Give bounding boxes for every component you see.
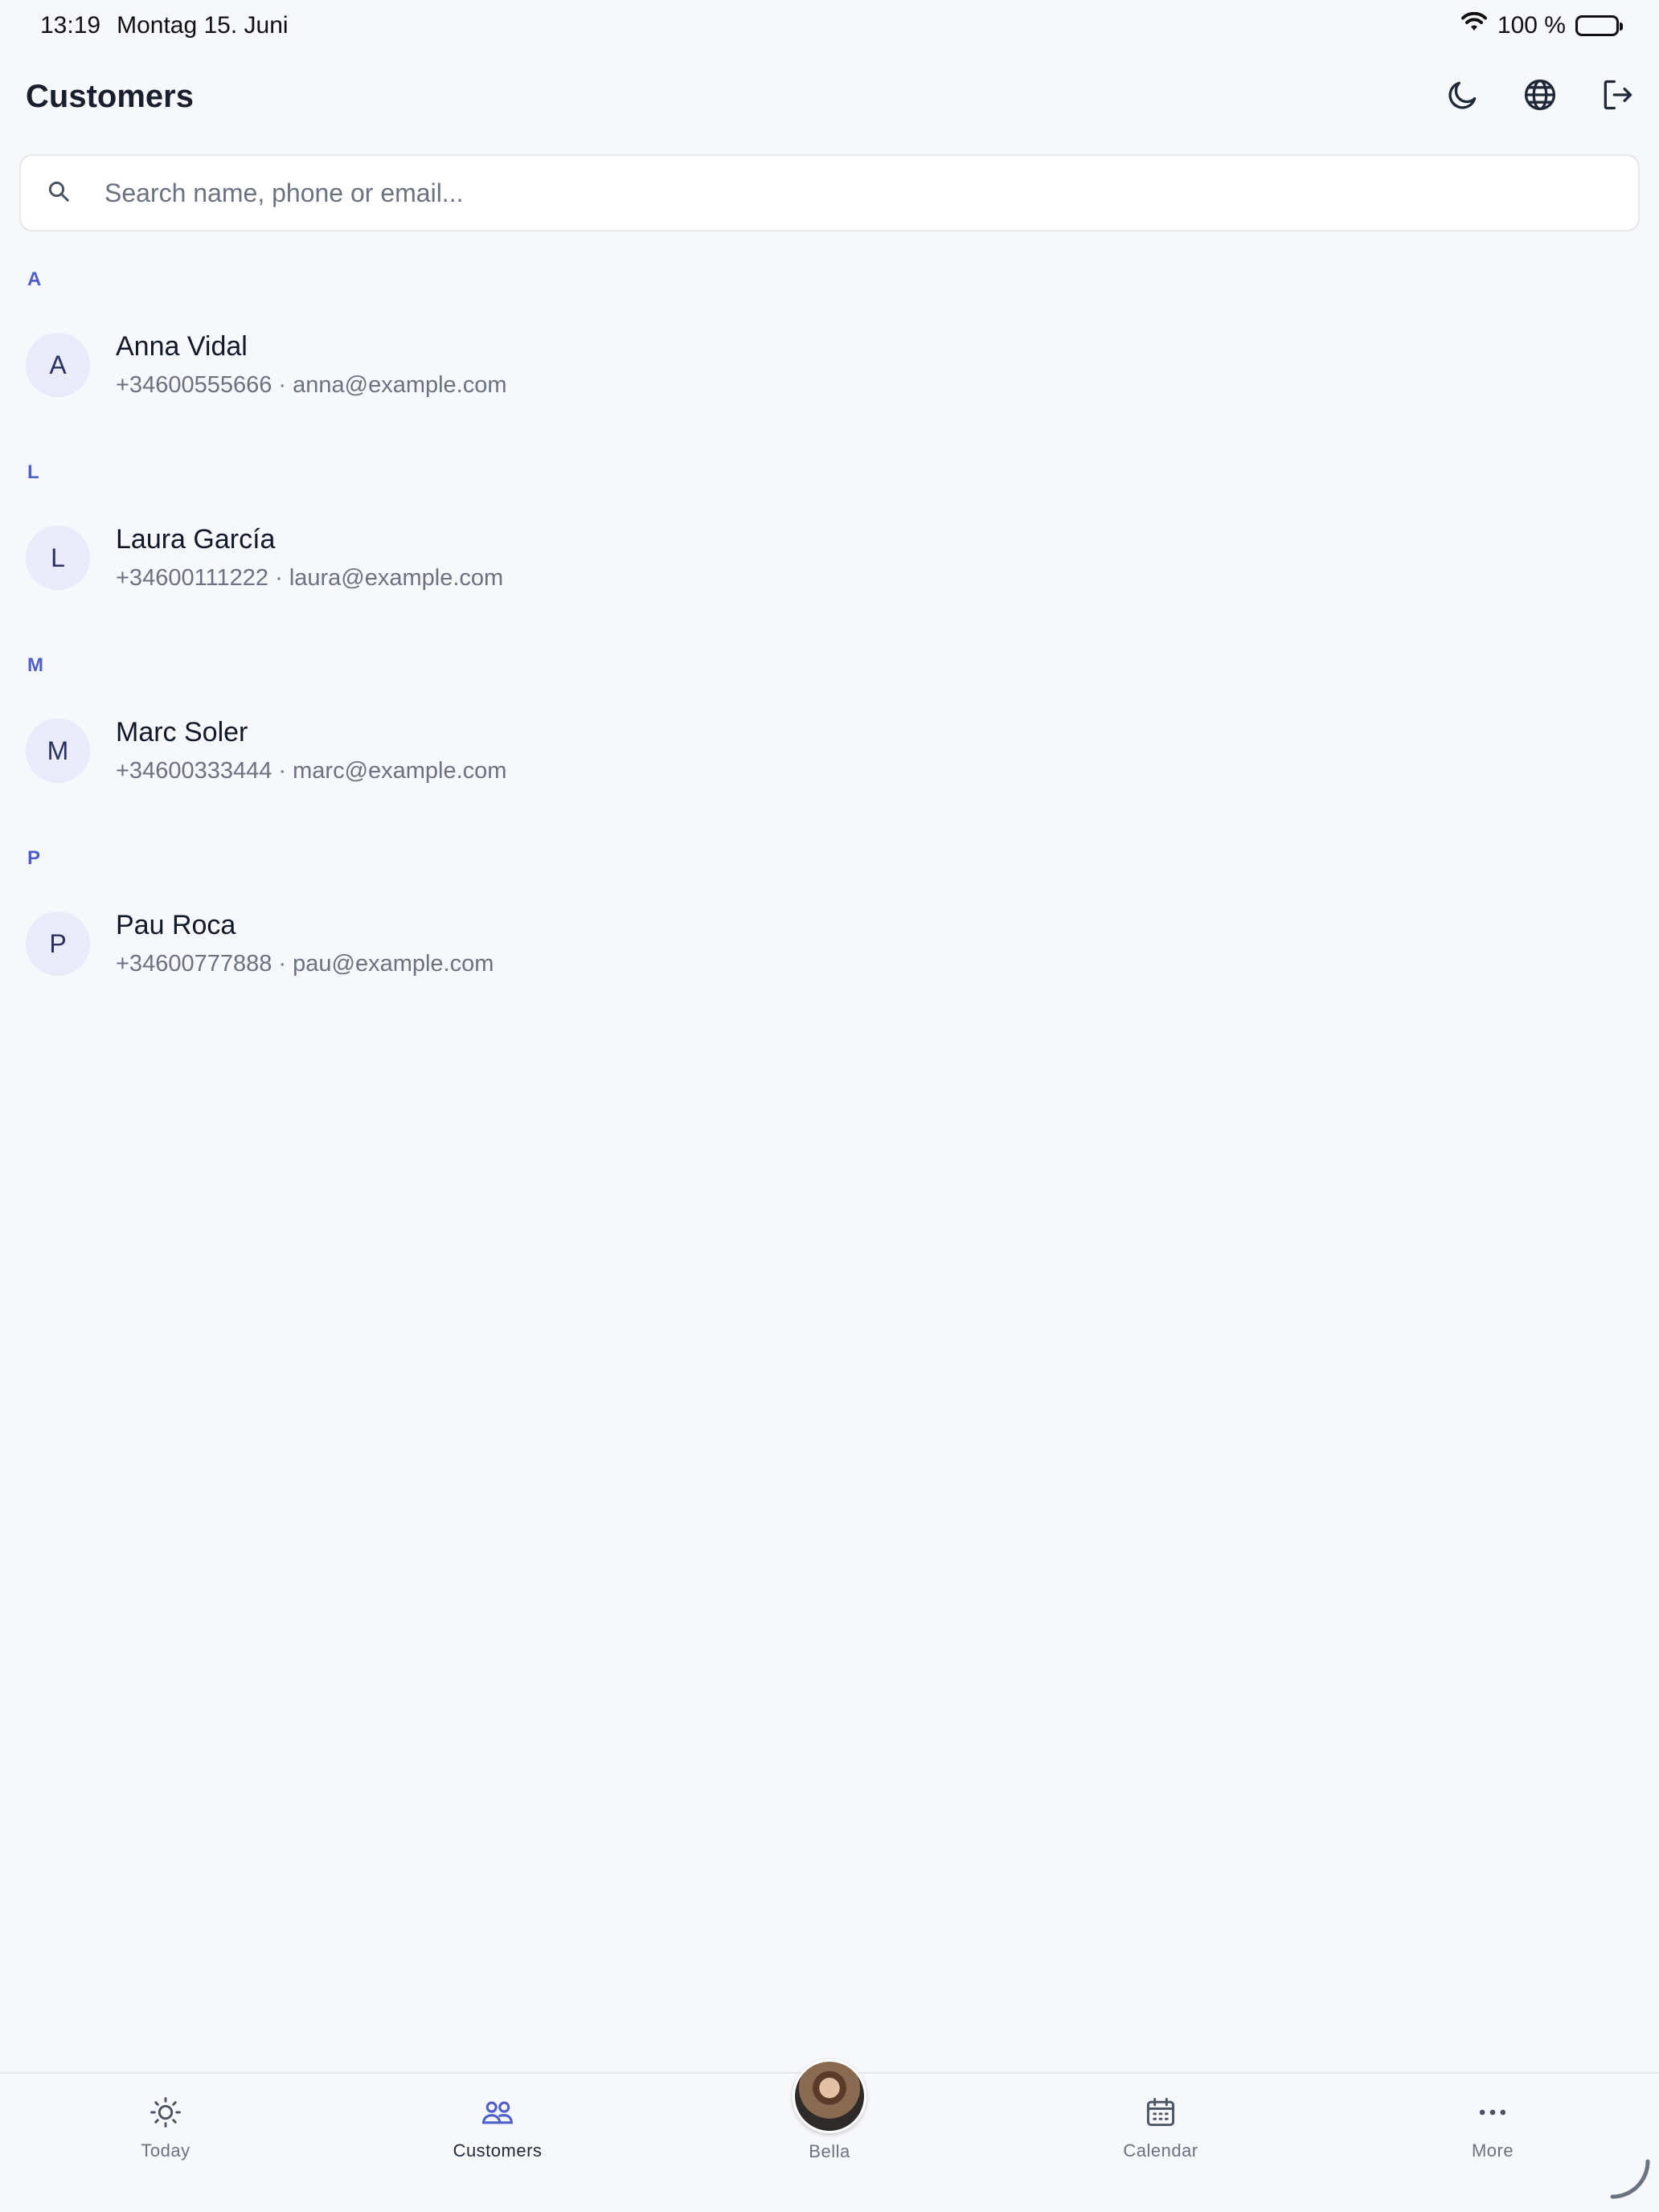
- section-m: M M Marc Soler +34600333444 · marc@examp…: [0, 643, 1659, 813]
- bottom-nav: Today Customers Bella Calendar More: [0, 2059, 1659, 2212]
- calendar-icon: [1143, 2095, 1178, 2134]
- logout-icon: [1600, 77, 1635, 117]
- customer-contact: +34600333444 · marc@example.com: [116, 758, 507, 784]
- nav-label: Calendar: [1123, 2140, 1198, 2161]
- customers-screen: 13:19 Montag 15. Juni 100 % Customers Se…: [0, 0, 1659, 2212]
- nav-today[interactable]: Today: [69, 2095, 262, 2161]
- customer-name: Laura García: [116, 524, 276, 555]
- customer-text: Laura García +34600111222 · laura@exampl…: [116, 524, 503, 592]
- customer-name: Pau Roca: [116, 910, 236, 940]
- logout-button[interactable]: [1595, 74, 1640, 119]
- section-header: A: [27, 268, 42, 290]
- section-header: L: [27, 461, 39, 483]
- profile-avatar: [793, 2059, 866, 2133]
- status-time: 13:19: [40, 12, 101, 39]
- customer-name: Anna Vidal: [116, 331, 248, 362]
- nav-calendar[interactable]: Calendar: [1064, 2095, 1257, 2161]
- nav-label: Customers: [453, 2140, 543, 2161]
- nav-more[interactable]: More: [1396, 2095, 1589, 2161]
- nav-label: Bella: [809, 2141, 850, 2161]
- customer-text: Pau Roca +34600777888 · pau@example.com: [116, 910, 494, 977]
- section-a: A A Anna Vidal +34600555666 · anna@examp…: [0, 257, 1659, 428]
- sun-icon: [148, 2095, 183, 2134]
- battery-percent: 100 %: [1497, 12, 1566, 39]
- language-button[interactable]: [1518, 74, 1563, 119]
- customer-text: Marc Soler +34600333444 · marc@example.c…: [116, 717, 506, 784]
- avatar: M: [26, 719, 90, 783]
- status-indicators: 100 %: [1460, 11, 1623, 39]
- search-icon: [47, 179, 71, 207]
- avatar: L: [26, 526, 90, 590]
- nav-customers[interactable]: Customers: [401, 2095, 594, 2161]
- dark-mode-button[interactable]: [1440, 74, 1485, 119]
- search-input[interactable]: [104, 178, 1551, 208]
- users-icon: [480, 2095, 515, 2134]
- more-icon: [1475, 2095, 1510, 2134]
- section-l: L L Laura García +34600111222 · laura@ex…: [0, 450, 1659, 621]
- customer-contact: +34600555666 · anna@example.com: [116, 372, 507, 398]
- status-date: Montag 15. Juni: [117, 12, 289, 39]
- customer-list: A A Anna Vidal +34600555666 · anna@examp…: [0, 257, 1659, 1029]
- moon-icon: [1445, 77, 1481, 117]
- customer-row-anna-vidal[interactable]: A Anna Vidal +34600555666 · anna@example…: [0, 302, 1659, 428]
- customer-row-laura-garcia[interactable]: L Laura García +34600111222 · laura@exam…: [0, 495, 1659, 621]
- section-header: M: [27, 654, 43, 676]
- status-bar: 13:19 Montag 15. Juni 100 %: [0, 0, 1659, 51]
- section-header: P: [27, 847, 41, 869]
- section-p: P P Pau Roca +34600777888 · pau@example.…: [0, 836, 1659, 1006]
- customer-text: Anna Vidal +34600555666 · anna@example.c…: [116, 331, 507, 399]
- avatar: A: [26, 333, 90, 397]
- customer-contact: +34600777888 · pau@example.com: [116, 951, 494, 977]
- nav-label: Today: [141, 2140, 190, 2161]
- customer-contact: +34600111222 · laura@example.com: [116, 565, 504, 591]
- customer-row-marc-soler[interactable]: M Marc Soler +34600333444 · marc@example…: [0, 688, 1659, 813]
- header: Customers: [26, 64, 1640, 129]
- avatar: P: [26, 911, 90, 976]
- battery-icon: [1575, 15, 1623, 36]
- nav-profile[interactable]: Bella: [733, 2059, 926, 2162]
- customer-row-pau-roca[interactable]: P Pau Roca +34600777888 · pau@example.co…: [0, 881, 1659, 1006]
- customer-name: Marc Soler: [116, 717, 248, 748]
- page-title: Customers: [26, 78, 194, 114]
- search-bar[interactable]: [19, 154, 1640, 231]
- scroll-indicator: [1608, 2157, 1653, 2206]
- wifi-icon: [1460, 11, 1488, 39]
- nav-label: More: [1471, 2140, 1514, 2161]
- globe-icon: [1522, 77, 1558, 117]
- header-actions: [1440, 74, 1640, 119]
